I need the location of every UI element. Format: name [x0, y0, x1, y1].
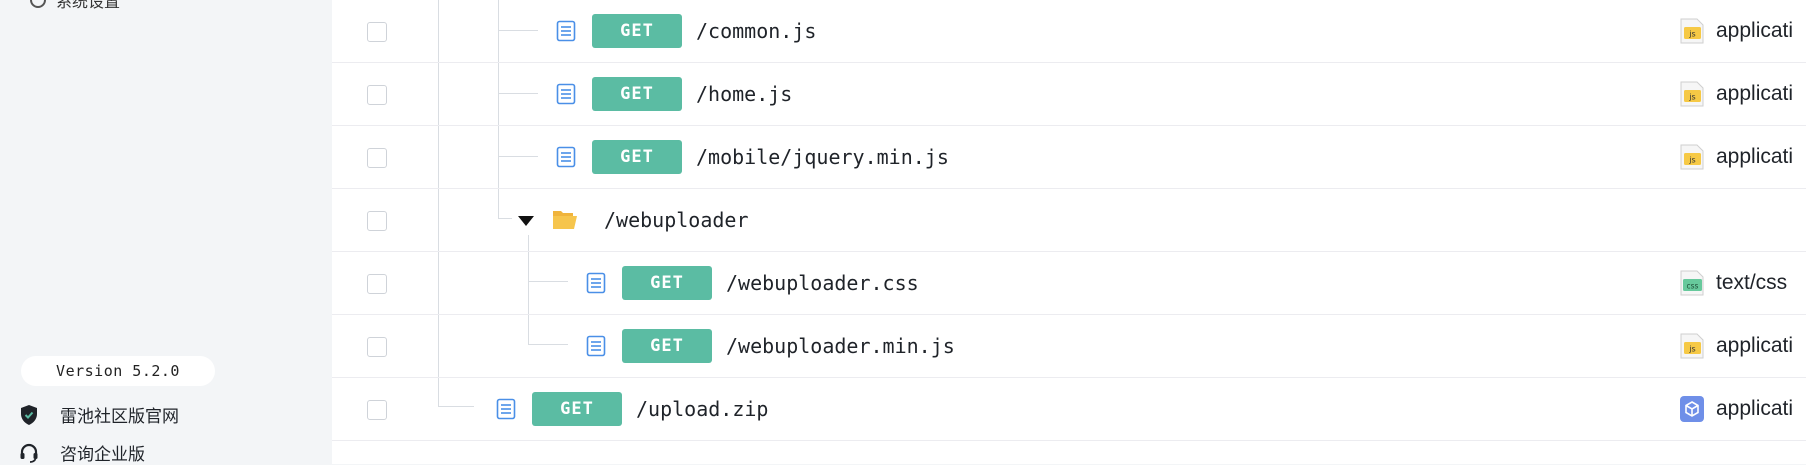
js-file-icon: js	[1680, 333, 1704, 359]
svg-text:js: js	[1688, 156, 1695, 165]
method-badge[interactable]: GET	[622, 329, 712, 363]
content-type: text/css	[1716, 271, 1788, 294]
sidebar-link-official-site[interactable]: 雷池社区版官网	[18, 402, 179, 427]
css-file-icon: css	[1680, 270, 1704, 296]
row-checkbox[interactable]	[367, 85, 387, 105]
folder-open-icon	[553, 211, 577, 229]
endpoint-path[interactable]: /webuploader.min.js	[726, 332, 955, 360]
method-badge[interactable]: GET	[592, 77, 682, 111]
svg-text:js: js	[1688, 30, 1695, 39]
row-checkbox[interactable]	[367, 400, 387, 420]
sidebar-item-label: 系统设置	[56, 0, 121, 11]
version-badge: Version 5.2.0	[21, 356, 215, 386]
table-row[interactable]: GET /common.js js applicati	[332, 0, 1806, 63]
endpoint-path[interactable]: /webuploader.css	[726, 269, 919, 297]
table-row[interactable]: GET /mobile/jquery.min.js js applicati	[332, 126, 1806, 189]
method-badge[interactable]: GET	[592, 140, 682, 174]
js-file-icon: js	[1680, 144, 1704, 170]
content-type: applicati	[1716, 334, 1794, 357]
row-checkbox[interactable]	[367, 211, 387, 231]
content-type: applicati	[1716, 397, 1794, 420]
collapse-caret-icon[interactable]	[518, 216, 534, 226]
folder-name[interactable]: /webuploader	[604, 206, 749, 234]
method-badge[interactable]: GET	[622, 266, 712, 300]
document-icon	[586, 335, 606, 357]
document-icon	[496, 398, 516, 420]
document-icon	[556, 83, 576, 105]
row-checkbox[interactable]	[367, 22, 387, 42]
js-file-icon: js	[1680, 81, 1704, 107]
document-icon	[586, 272, 606, 294]
row-checkbox[interactable]	[367, 148, 387, 168]
svg-text:css: css	[1687, 282, 1699, 291]
js-file-icon: js	[1680, 18, 1704, 44]
endpoint-path[interactable]: /upload.zip	[636, 395, 768, 423]
row-checkbox[interactable]	[367, 337, 387, 357]
table-row[interactable]: GET /home.js js applicati	[332, 63, 1806, 126]
sidebar: 系统设置 Version 5.2.0 雷池社区版官网 咨询企业版	[0, 0, 332, 464]
svg-text:js: js	[1688, 93, 1695, 102]
method-badge[interactable]: GET	[532, 392, 622, 426]
row-checkbox[interactable]	[367, 274, 387, 294]
sidebar-item-settings[interactable]: 系统设置	[30, 0, 120, 12]
api-tree-table: GET /common.js js applicati GET /home.js…	[332, 0, 1806, 464]
shield-icon	[21, 404, 37, 425]
sidebar-link-enterprise[interactable]: 咨询企业版	[18, 440, 145, 465]
sidebar-link-label: 雷池社区版官网	[60, 407, 179, 426]
table-row[interactable]: GET /upload.zip applicati	[332, 378, 1806, 441]
document-icon	[556, 20, 576, 42]
endpoint-path[interactable]: /common.js	[696, 17, 816, 45]
content-type: applicati	[1716, 82, 1794, 105]
endpoint-path[interactable]: /home.js	[696, 80, 792, 108]
svg-text:js: js	[1688, 345, 1695, 354]
package-icon	[1680, 396, 1704, 422]
document-icon	[556, 146, 576, 168]
endpoint-path[interactable]: /mobile/jquery.min.js	[696, 143, 949, 171]
settings-icon	[30, 0, 46, 8]
headset-icon	[20, 443, 38, 463]
content-type: applicati	[1716, 19, 1794, 42]
sidebar-link-label: 咨询企业版	[60, 445, 145, 464]
table-row[interactable]: GET /webuploader.css css text/css	[332, 252, 1806, 315]
method-badge[interactable]: GET	[592, 14, 682, 48]
table-row[interactable]: GET /webuploader.min.js js applicati	[332, 315, 1806, 378]
content-type: applicati	[1716, 145, 1794, 168]
